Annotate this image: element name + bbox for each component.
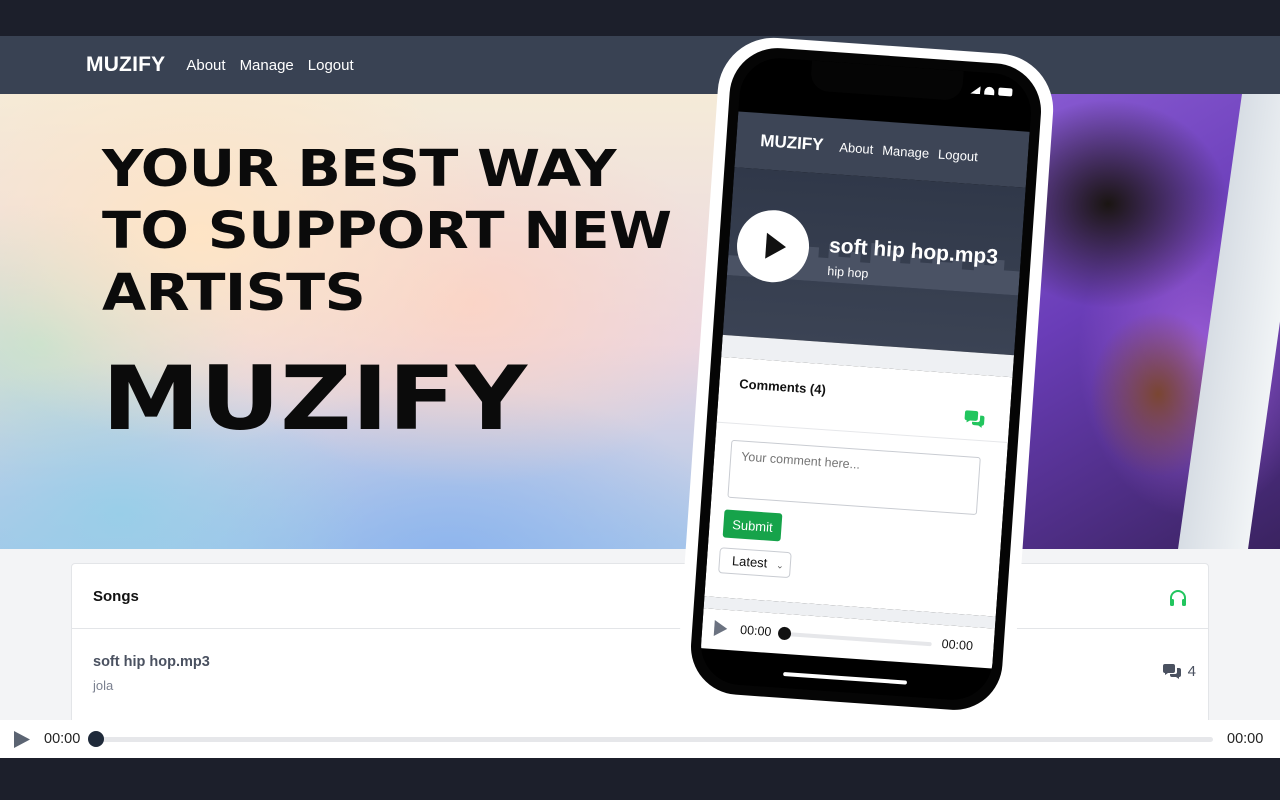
current-time: 00:00 xyxy=(44,731,81,747)
home-indicator xyxy=(783,671,908,685)
chevron-down-icon: ⌄ xyxy=(775,560,785,571)
mobile-nav-logout[interactable]: Logout xyxy=(938,146,979,164)
status-icons xyxy=(970,86,1013,97)
phone-mockup: MUZIFY About Manage Logout soft hip hop.… xyxy=(675,34,1057,724)
navbar: MUZIFY About Manage Logout xyxy=(0,36,1280,94)
comment-input[interactable] xyxy=(727,439,981,516)
signal-icon xyxy=(970,86,981,95)
hero-headline: YOUR BEST WAY TO SUPPORT NEW ARTISTS MUZ… xyxy=(102,139,672,450)
songs-card-header: Songs xyxy=(72,564,1208,629)
frame-bottom xyxy=(0,758,1280,800)
battery-icon xyxy=(998,87,1013,97)
nav-link-logout[interactable]: Logout xyxy=(308,57,354,74)
hero-brand: MUZIFY xyxy=(102,347,527,450)
song-title[interactable]: soft hip hop.mp3 xyxy=(93,654,1208,670)
mobile-nav-about[interactable]: About xyxy=(839,139,874,156)
mobile-current-time: 00:00 xyxy=(739,622,772,640)
mobile-progress-knob[interactable] xyxy=(777,626,792,641)
wifi-icon xyxy=(984,86,995,96)
mobile-comments-title: Comments (4) xyxy=(738,376,827,398)
play-icon[interactable] xyxy=(713,620,728,637)
comment-count: 4 xyxy=(1187,663,1196,680)
progress-knob[interactable] xyxy=(88,731,104,747)
comments-icon xyxy=(1162,663,1181,679)
sort-select-value: Latest xyxy=(731,553,768,571)
sort-select[interactable]: Latest ⌄ xyxy=(718,547,792,579)
hero-line-3: ARTISTS xyxy=(102,264,366,323)
hero-line-2: TO SUPPORT NEW xyxy=(102,202,672,261)
headphones-icon xyxy=(1170,590,1186,606)
mobile-nav-manage[interactable]: Manage xyxy=(882,142,930,160)
hero-banner: YOUR BEST WAY TO SUPPORT NEW ARTISTS MUZ… xyxy=(0,94,1280,549)
hero-line-1: YOUR BEST WAY xyxy=(102,140,617,199)
mobile-song-banner: soft hip hop.mp3 hip hop xyxy=(722,167,1026,356)
mobile-progress-track[interactable] xyxy=(783,631,932,647)
play-icon[interactable] xyxy=(13,730,31,749)
mobile-comments-card: Comments (4) Submit Latest ⌄ xyxy=(704,356,1013,617)
song-comment-count[interactable]: 4 xyxy=(1162,663,1196,680)
nav-link-manage[interactable]: Manage xyxy=(240,57,294,74)
song-row[interactable]: soft hip hop.mp3 jola 4 xyxy=(72,629,1208,719)
mobile-song-genre: hip hop xyxy=(826,264,869,281)
songs-card: Songs soft hip hop.mp3 jola 4 xyxy=(71,563,1209,733)
audio-player: 00:00 00:00 xyxy=(0,720,1280,758)
songs-card-title: Songs xyxy=(93,587,139,605)
frame-top xyxy=(0,0,1280,36)
mobile-brand-logo[interactable]: MUZIFY xyxy=(760,131,824,155)
play-icon xyxy=(765,232,787,261)
brand-logo[interactable]: MUZIFY xyxy=(86,53,165,77)
comments-icon xyxy=(964,410,985,428)
mobile-duration: 00:00 xyxy=(941,636,974,654)
duration: 00:00 xyxy=(1227,731,1264,747)
nav-link-about[interactable]: About xyxy=(186,57,225,74)
song-artist: jola xyxy=(93,678,114,693)
submit-button[interactable]: Submit xyxy=(722,509,783,542)
phone-screen: MUZIFY About Manage Logout soft hip hop.… xyxy=(698,55,1034,703)
progress-track[interactable] xyxy=(96,737,1213,742)
